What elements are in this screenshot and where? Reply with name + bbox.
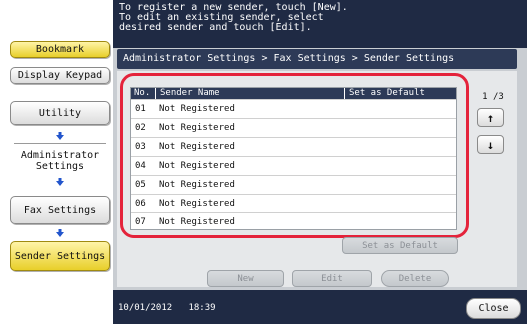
breadcrumb: Administrator Settings > Fax Settings > … [117,49,517,69]
bookmark-button[interactable]: Bookmark [10,41,110,58]
display-keypad-button[interactable]: Display Keypad [10,67,110,84]
close-button[interactable]: Close [466,298,521,319]
fax-settings-button[interactable]: Fax Settings [10,196,110,224]
utility-button[interactable]: Utility [10,101,110,125]
set-as-default-button[interactable]: Set as Default [342,237,458,254]
down-arrow-icon [55,177,65,187]
arrow-down-icon: ↓ [486,137,495,152]
page-down-button[interactable]: ↓ [477,135,504,154]
arrow-up-icon: ↑ [486,110,495,125]
down-arrow-icon [55,131,65,141]
new-button[interactable]: New [207,270,284,287]
sender-settings-button[interactable]: Sender Settings [10,241,110,271]
divider [14,143,106,144]
highlight-outline [120,73,469,238]
instruction-message: To register a new sender, touch [New]. T… [113,0,527,48]
administrator-settings-label-2: Settings [35,161,85,172]
sidebar: Bookmark Display Keypad Utility Administ… [0,0,113,324]
page-up-button[interactable]: ↑ [477,108,504,127]
page-indicator: 1 /3 [482,92,504,102]
down-arrow-icon [55,228,65,238]
administrator-settings-label-1: Administrator [20,150,100,161]
edit-button[interactable]: Edit [292,270,372,287]
administrator-settings-link[interactable]: Administrator Settings [10,150,110,172]
message-line-3: desired sender and touch [Edit]. [119,22,312,33]
date-time: 10/01/2012 18:39 [118,303,216,313]
delete-button[interactable]: Delete [381,270,449,287]
